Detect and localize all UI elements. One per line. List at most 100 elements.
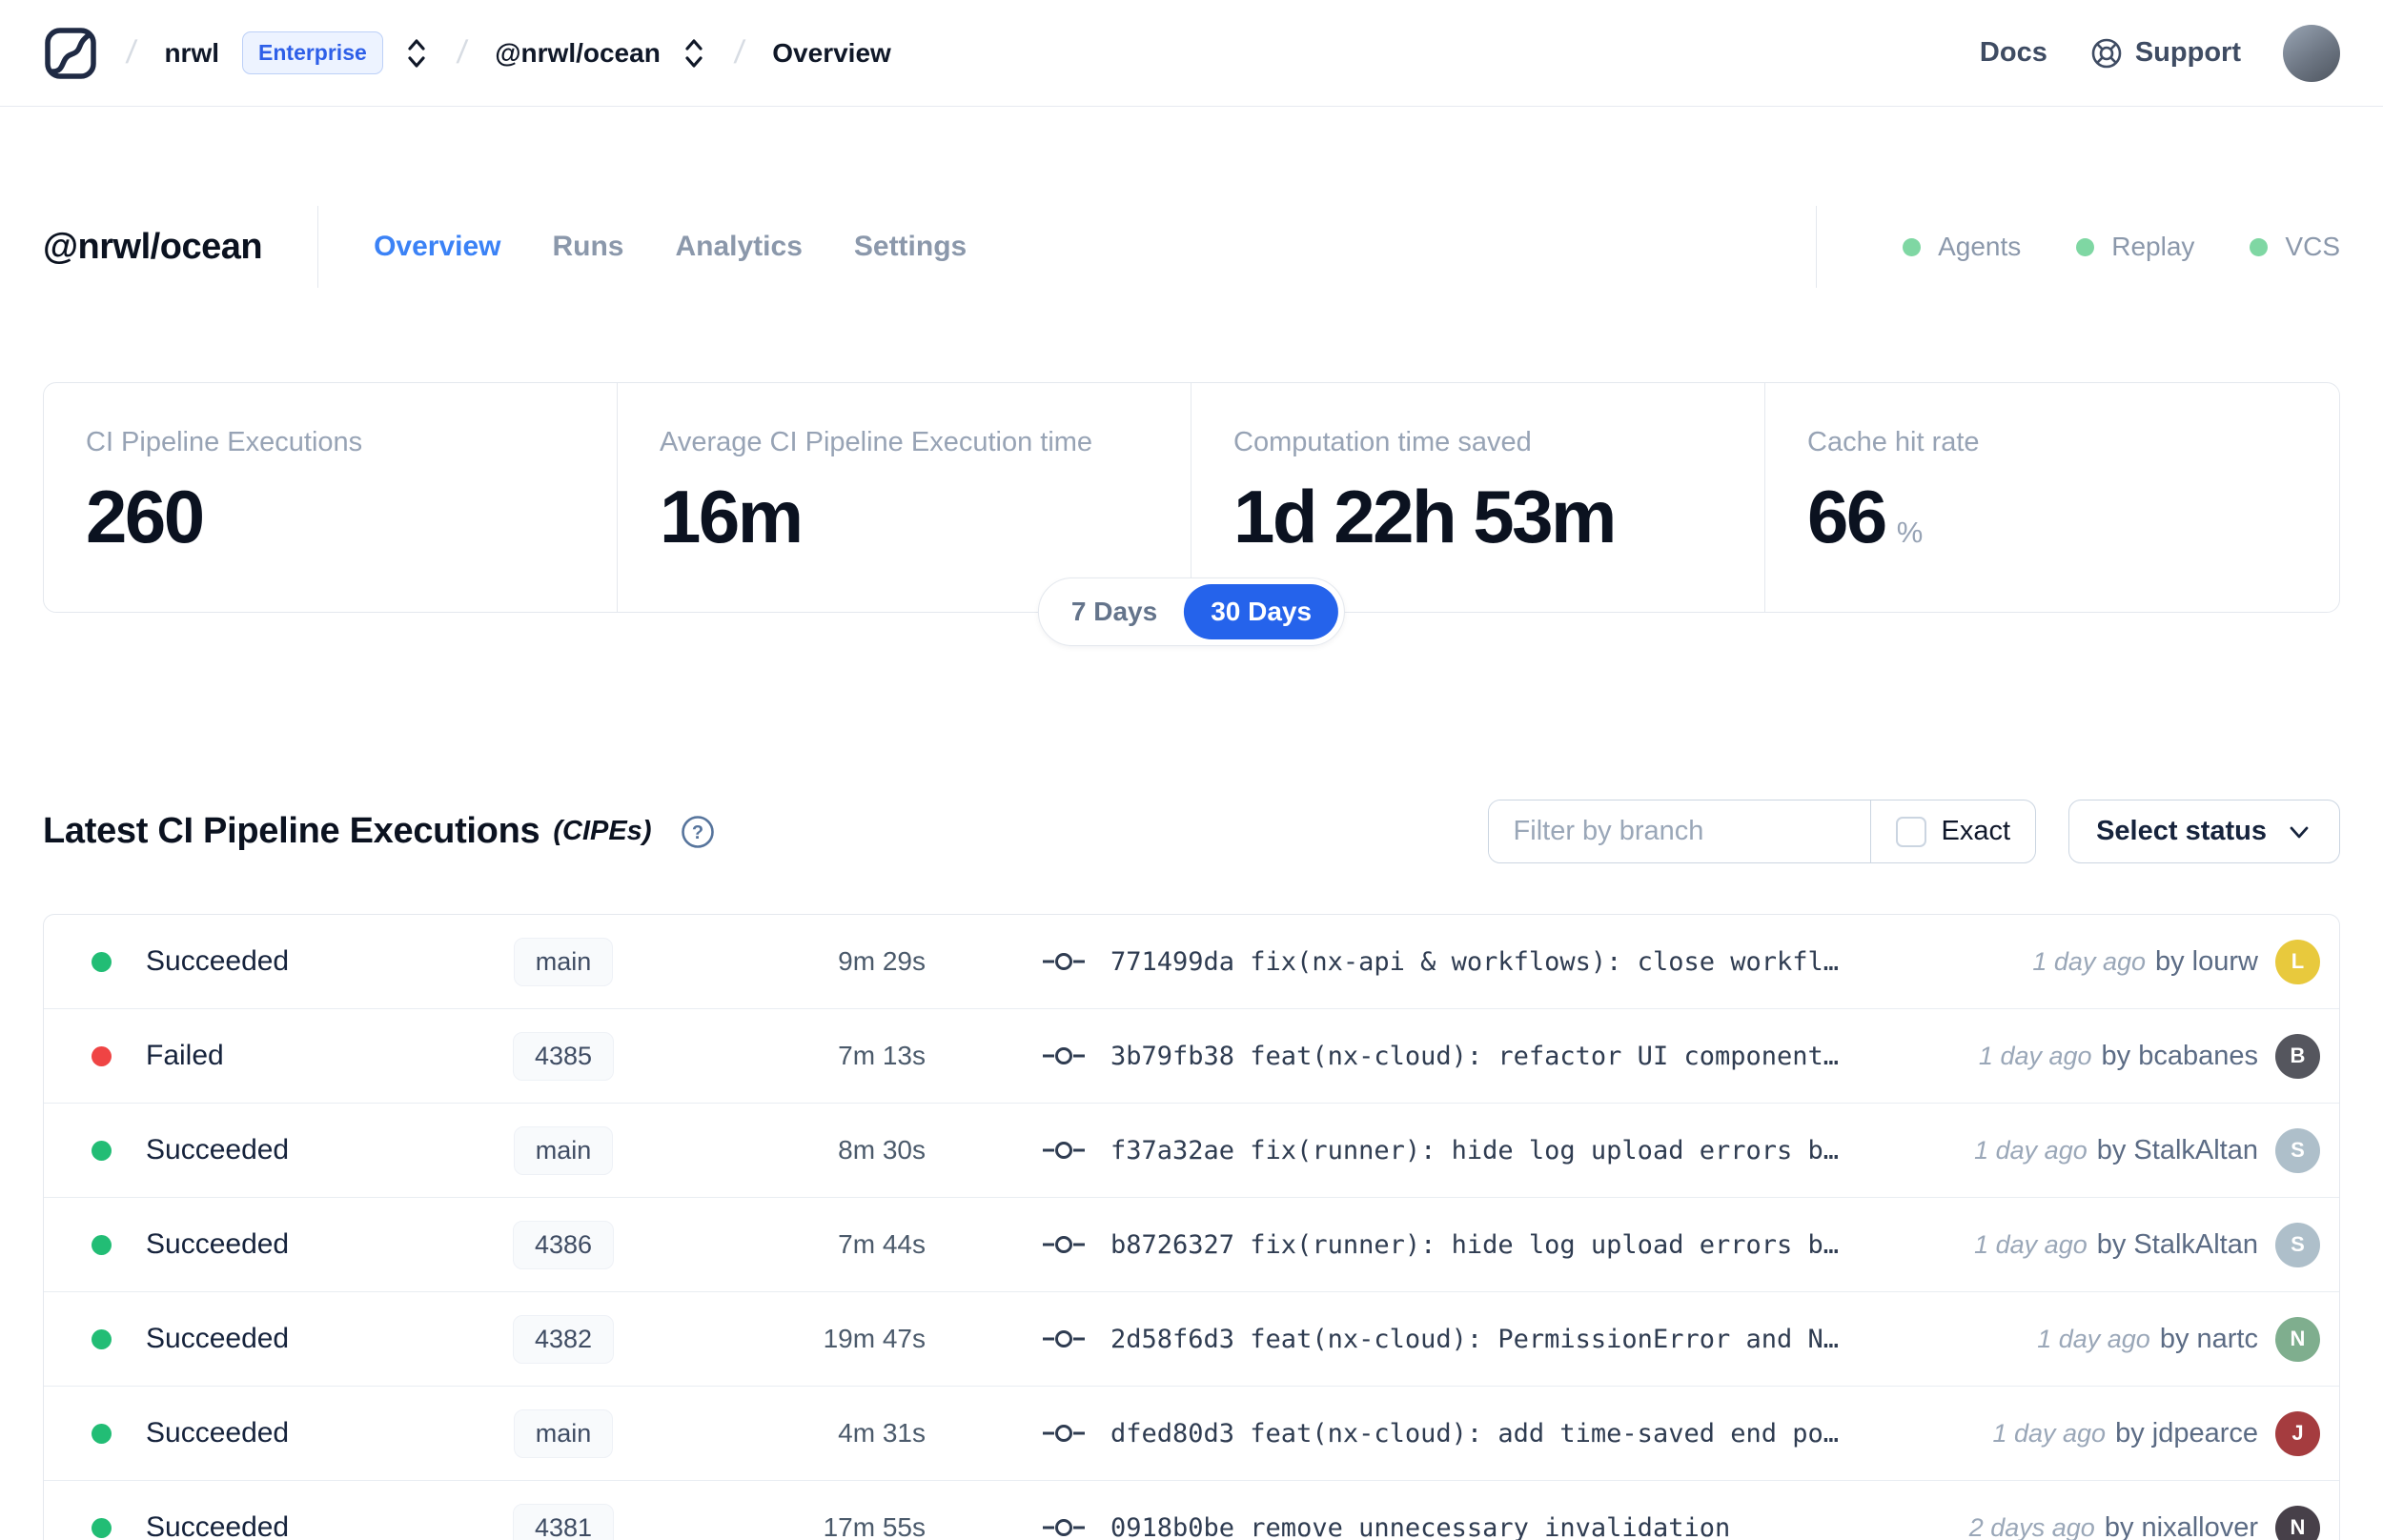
author[interactable]: by lourw	[2155, 946, 2258, 978]
commit-message[interactable]: dfed80d3 feat(nx-cloud): add time-saved …	[1110, 1419, 1839, 1449]
status-label: Succeeded	[146, 945, 290, 977]
table-row[interactable]: Succeeded main 8m 30s f37a32ae fix(runne…	[44, 1104, 2339, 1198]
workspace-header: @nrwl/ocean Overview Runs Analytics Sett…	[43, 206, 2340, 288]
breadcrumb-workspace[interactable]: @nrwl/ocean	[495, 38, 661, 69]
table-row[interactable]: Succeeded 4382 19m 47s 2d58f6d3 feat(nx-…	[44, 1292, 2339, 1387]
nx-cloud-logo-icon[interactable]	[43, 26, 98, 81]
author-avatar[interactable]: J	[2275, 1410, 2320, 1456]
timestamp: 1 day ago	[1978, 1041, 2092, 1070]
commit-cell: f37a32ae fix(runner): hide log upload er…	[1042, 1136, 1974, 1165]
table-row[interactable]: Succeeded 4386 7m 44s b8726327 fix(runne…	[44, 1198, 2339, 1292]
author[interactable]: by bcabanes	[2102, 1041, 2258, 1072]
tab[interactable]: Settings	[854, 231, 967, 263]
stat-value: 16m	[660, 474, 1171, 560]
branch-cell: 4382	[449, 1314, 678, 1364]
git-commit-icon	[1043, 953, 1085, 970]
commit-message[interactable]: 3b79fb38 feat(nx-cloud): refactor UI com…	[1110, 1042, 1839, 1071]
status-dot	[92, 951, 112, 972]
table-row[interactable]: Succeeded main 9m 29s 771499da fix(nx-ap…	[44, 915, 2339, 1009]
green-dot-icon	[2250, 237, 2269, 256]
author[interactable]: by StalkAltan	[2097, 1135, 2258, 1166]
author-avatar[interactable]: N	[2275, 1505, 2320, 1540]
branch-badge[interactable]: 4381	[512, 1503, 615, 1540]
stat-number: 260	[86, 475, 205, 558]
branch-badge[interactable]: 4385	[512, 1031, 615, 1081]
range-option[interactable]: 7 Days	[1045, 584, 1184, 639]
author[interactable]: by StalkAltan	[2097, 1229, 2258, 1261]
table-row[interactable]: Succeeded main 4m 31s dfed80d3 feat(nx-c…	[44, 1387, 2339, 1481]
tab[interactable]: Runs	[552, 231, 623, 263]
branch-badge[interactable]: 4382	[512, 1314, 615, 1364]
table-row[interactable]: Succeeded 4381 17m 55s 0918b0be remove u…	[44, 1481, 2339, 1540]
status-select-dropdown[interactable]: Select status	[2068, 800, 2340, 863]
tab[interactable]: Analytics	[675, 231, 802, 263]
status-dot	[92, 1140, 112, 1161]
branch-badge[interactable]: main	[513, 1408, 614, 1458]
branch-cell: 4385	[449, 1031, 678, 1081]
stat-label: Average CI Pipeline Execution time	[660, 427, 1093, 457]
section-title: Latest CI Pipeline Executions	[43, 811, 540, 851]
cipe-table: Succeeded main 9m 29s 771499da fix(nx-ap…	[43, 914, 2340, 1540]
commit-message[interactable]: f37a32ae fix(runner): hide log upload er…	[1110, 1136, 1839, 1165]
green-dot-icon	[2076, 237, 2095, 256]
workspace-selector-chevrons-icon[interactable]	[682, 36, 706, 71]
breadcrumb-page: Overview	[772, 37, 891, 68]
commit-cell: 2d58f6d3 feat(nx-cloud): PermissionError…	[1042, 1325, 2037, 1354]
author-avatar[interactable]: S	[2275, 1127, 2320, 1173]
status-label: Succeeded	[146, 1417, 290, 1449]
git-commit-icon	[1043, 1330, 1085, 1348]
author-avatar[interactable]: N	[2275, 1316, 2320, 1362]
date-range-toggle: 7 Days 30 Days	[1037, 578, 1346, 646]
docs-link[interactable]: Docs	[1980, 37, 2047, 69]
stat-value: 1d 22h 53m	[1233, 474, 1745, 560]
row-meta: 1 day ago by jdpearce J	[1992, 1410, 2320, 1456]
branch-cell: main	[449, 937, 678, 986]
stats-cards: 7 Days 30 Days CI Pipeline Executions 26…	[43, 382, 2340, 646]
divider	[1816, 206, 1818, 288]
commit-message[interactable]: b8726327 fix(runner): hide log upload er…	[1110, 1230, 1839, 1260]
duration: 7m 44s	[838, 1229, 926, 1259]
branch-badge[interactable]: 4386	[512, 1220, 615, 1269]
branch-badge[interactable]: main	[513, 937, 614, 986]
git-commit-icon	[1043, 1519, 1085, 1536]
workspace-status-group: Agents Replay VCS	[1816, 206, 2340, 288]
git-commit-icon	[1043, 1425, 1085, 1442]
org-selector-chevrons-icon[interactable]	[404, 36, 429, 71]
author-avatar[interactable]: B	[2275, 1033, 2320, 1079]
row-meta: 1 day ago by nartc N	[2037, 1316, 2320, 1362]
stat-value: 66%	[1807, 474, 2320, 560]
author[interactable]: by nartc	[2160, 1324, 2258, 1355]
exact-checkbox[interactable]	[1895, 816, 1926, 847]
author-avatar[interactable]: L	[2275, 939, 2320, 984]
author-avatar[interactable]: S	[2275, 1222, 2320, 1267]
commit-cell: 771499da fix(nx-api & workflows): close …	[1042, 947, 2032, 977]
table-row[interactable]: Failed 4385 7m 13s 3b79fb38 feat(nx-clou…	[44, 1009, 2339, 1104]
stat-value: 260	[86, 474, 598, 560]
status-indicator[interactable]: Replay	[2076, 232, 2194, 262]
author[interactable]: by nixallover	[2105, 1512, 2258, 1540]
row-meta: 1 day ago by bcabanes B	[1978, 1033, 2320, 1079]
breadcrumb-org[interactable]: nrwl	[164, 38, 219, 69]
git-commit-icon	[1043, 1047, 1085, 1064]
status-indicator[interactable]: Agents	[1903, 232, 2021, 262]
stat-label: Computation time saved	[1233, 427, 1532, 457]
breadcrumb-separator: /	[455, 34, 469, 71]
enterprise-badge[interactable]: Enterprise	[242, 31, 383, 74]
breadcrumb-separator: /	[124, 34, 139, 71]
commit-message[interactable]: 2d58f6d3 feat(nx-cloud): PermissionError…	[1110, 1325, 1839, 1354]
branch-badge[interactable]: main	[513, 1125, 614, 1175]
support-link[interactable]: Support	[2089, 36, 2241, 71]
status-dot	[92, 1423, 112, 1444]
help-icon[interactable]: ?	[680, 814, 716, 850]
tab[interactable]: Overview	[374, 231, 500, 263]
status-indicator[interactable]: VCS	[2250, 232, 2340, 262]
range-option[interactable]: 30 Days	[1184, 584, 1339, 639]
commit-cell: 0918b0be remove unnecessary invalidation	[1042, 1513, 1969, 1540]
commit-message[interactable]: 0918b0be remove unnecessary invalidation	[1110, 1513, 1730, 1540]
status-indicator-label: Replay	[2111, 232, 2195, 261]
user-avatar[interactable]	[2283, 24, 2340, 82]
author[interactable]: by jdpearce	[2115, 1418, 2258, 1449]
branch-filter-input[interactable]	[1488, 800, 1870, 862]
commit-message[interactable]: 771499da fix(nx-api & workflows): close …	[1110, 947, 1839, 977]
divider	[317, 206, 319, 288]
